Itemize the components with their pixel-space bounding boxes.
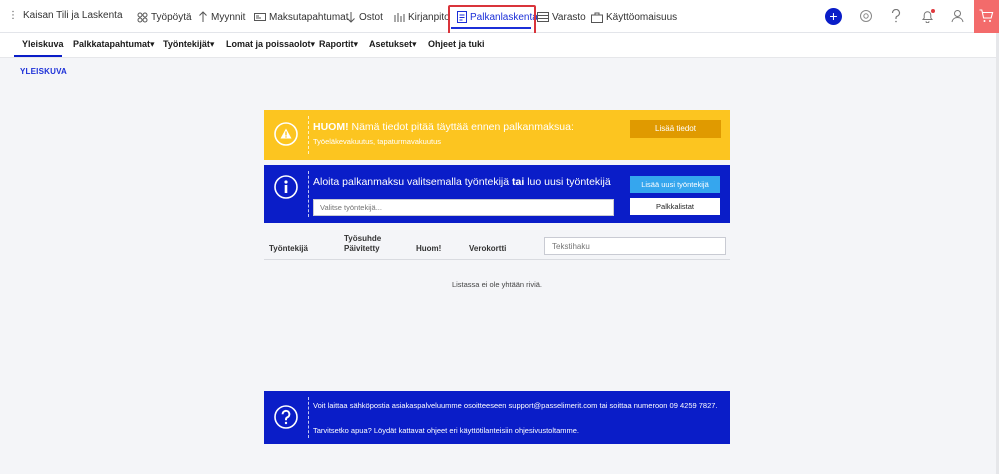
nav-payments[interactable]: Maksutapahtumat [254,9,349,25]
nav-payments-label: Maksutapahtumat [269,11,349,23]
assets-icon [591,12,603,23]
warehouse-icon [537,12,549,22]
shopping-cart-button[interactable] [974,0,999,33]
company-switcher[interactable]: ⋮ Kaisan Tili ja Laskenta [8,10,123,21]
menu-dots-icon[interactable]: ⋮ [8,10,18,21]
warning-title: HUOM! Nämä tiedot pitää täyttää ennen pa… [313,121,574,133]
nav-warehouse-label: Varasto [552,11,586,23]
help-separator [308,397,309,438]
active-nav-highlight [448,5,536,35]
column-header-employee[interactable]: Työntekijä [269,244,308,254]
sub-navigation: Yleiskuva Palkkatapahtumat▾ Työntekijät▾… [0,33,999,58]
arrow-down-icon [347,12,355,23]
column-header-relation-line2: Päivitetty [344,244,380,253]
support-contact-text: Voit laittaa sähköpostia asiakaspalveluu… [313,401,718,410]
nav-warehouse[interactable]: Varasto [537,9,586,25]
help-guide-post: ohjesivustoltamme. [514,426,579,435]
warning-separator [308,116,309,154]
subnav-settings[interactable]: Asetukset▾ [369,39,417,50]
shopping-cart-icon [979,9,994,22]
settings-gear-icon[interactable] [859,9,873,23]
warning-triangle-icon [274,122,298,146]
start-payroll-title-bold: tai [512,176,525,188]
bank-icon [254,13,266,21]
warning-title-bold: HUOM! [313,121,349,133]
nav-bookkeeping[interactable]: Kirjanpito [394,9,450,25]
subnav-active-underline [14,55,62,57]
start-payroll-title: Aloita palkanmaksu valitsemalla työnteki… [313,176,611,188]
help-circle-icon [274,405,298,429]
help-guide-text: Tarvitsetko apua? Löydät kattavat ohjeet… [313,426,579,435]
text-search-input[interactable] [544,237,726,255]
user-profile-icon[interactable] [951,9,964,23]
nav-bookkeeping-label: Kirjanpito [408,11,450,23]
active-nav-underline [451,27,531,29]
dashboard-icon [137,12,148,22]
add-new-employee-button[interactable]: Lisää uusi työntekijä [630,176,720,193]
nav-fixed-assets-label: Käyttöomaisuus [606,11,678,23]
nav-dashboard-label: Työpöytä [151,11,192,23]
nav-purchases-label: Ostot [359,11,383,23]
subnav-reports[interactable]: Raportit▾ [319,39,358,50]
page-title: YLEISKUVA [20,67,67,76]
warning-subtitle: Työeläkevakuutus, tapaturmavakuutus [313,137,441,146]
subnav-leaves[interactable]: Lomat ja poissaolot▾ [226,39,315,50]
column-header-relation[interactable]: Työsuhde Päivitetty [344,234,381,254]
notification-dot [931,9,935,13]
table-header-divider [264,259,730,260]
start-payroll-title-pre: Aloita palkanmaksu valitsemalla työnteki… [313,176,513,188]
warning-title-text: Nämä tiedot pitää täyttää ennen palkanma… [348,121,574,133]
ledger-icon [394,12,405,22]
nav-fixed-assets[interactable]: Käyttöomaisuus [591,9,677,25]
column-header-note[interactable]: Huom! [416,244,441,254]
subnav-pay-events[interactable]: Palkkatapahtumat▾ [73,39,155,50]
start-payroll-panel: Aloita palkanmaksu valitsemalla työnteki… [264,165,730,223]
company-name: Kaisan Tili ja Laskenta [23,10,123,21]
nav-dashboard[interactable]: Työpöytä [137,9,192,25]
employee-select-input[interactable] [313,199,614,216]
subnav-employees[interactable]: Työntekijät▾ [163,39,214,50]
arrow-up-icon [199,11,207,22]
start-payroll-title-post: luo uusi työntekijä [524,176,611,188]
subnav-help[interactable]: Ohjeet ja tuki [428,39,485,49]
help-guide-pre: Tarvitsetko apua? Löydät kattavat ohjeet… [313,426,515,435]
column-header-tax-card[interactable]: Verokortti [469,244,506,254]
nav-sales-label: Myynnit [211,11,246,23]
add-new-button[interactable]: + [825,8,842,25]
warning-panel: HUOM! Nämä tiedot pitää täyttää ennen pa… [264,110,730,160]
add-info-button[interactable]: Lisää tiedot [630,120,721,138]
nav-purchases[interactable]: Ostot [346,9,383,25]
info-separator [308,171,309,217]
empty-list-message: Listassa ei ole yhtään riviä. [451,280,543,289]
info-circle-icon [274,175,298,199]
nav-sales[interactable]: Myynnit [198,9,245,25]
help-question-icon[interactable] [891,9,901,23]
subnav-overview[interactable]: Yleiskuva [22,39,64,49]
payroll-lists-button[interactable]: Palkkalistat [630,198,720,215]
column-header-relation-line1: Työsuhde [344,234,382,243]
help-panel: Voit laittaa sähköpostia asiakaspalveluu… [264,391,730,444]
